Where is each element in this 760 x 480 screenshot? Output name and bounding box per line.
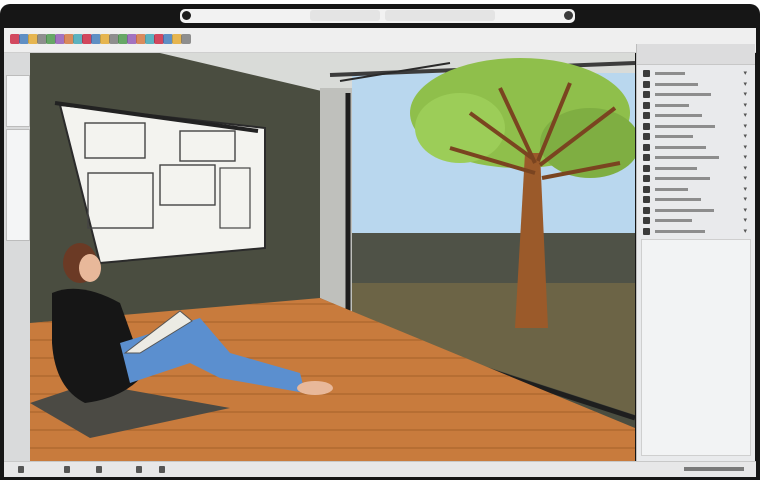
tray-item-icon: [643, 154, 650, 161]
tray-list-item[interactable]: ▾: [643, 152, 747, 163]
tray-item-label: [655, 145, 706, 149]
tray-item-icon: [643, 164, 650, 172]
status-bar: [4, 461, 756, 477]
tray-item-icon: [643, 101, 650, 109]
entity-info-panel: [641, 239, 751, 456]
chevron-down-icon[interactable]: ▾: [743, 143, 747, 152]
chevron-down-icon[interactable]: ▾: [743, 69, 747, 78]
tray-item-icon: [643, 227, 650, 235]
tray-item-label: [655, 156, 719, 159]
credits-icon[interactable]: [64, 466, 70, 473]
window-menu-icon[interactable]: [182, 11, 191, 20]
info-icon[interactable]: [159, 466, 165, 473]
tray-item-label: [655, 187, 688, 191]
tray-item-icon: [643, 217, 650, 224]
tray-item-label: [655, 124, 715, 128]
tray-list-item[interactable]: ▾: [643, 194, 747, 205]
tray-header[interactable]: [637, 44, 755, 65]
help-icon[interactable]: [136, 466, 142, 473]
modeling-viewport[interactable]: [30, 53, 635, 461]
tray-item-label: [655, 135, 693, 138]
chevron-down-icon[interactable]: ▾: [743, 174, 747, 183]
tray-item-label: [655, 208, 714, 212]
tray-item-icon: [643, 196, 650, 203]
tray-item-icon: [643, 91, 650, 98]
tray-list-item[interactable]: ▾: [643, 205, 747, 216]
chevron-down-icon[interactable]: ▾: [743, 206, 747, 215]
tray-item-label: [655, 72, 685, 75]
geo-location-icon[interactable]: [18, 466, 24, 473]
tray-list-item[interactable]: ▾: [643, 100, 747, 111]
tray-list-item[interactable]: ▾: [643, 173, 747, 184]
tray-list-item[interactable]: ▾: [643, 79, 747, 90]
window-control-icon[interactable]: [564, 11, 573, 20]
tray-item-label: [655, 229, 705, 233]
chevron-down-icon[interactable]: ▾: [743, 132, 747, 141]
tray-item-icon: [643, 185, 650, 193]
tray-item-label: [655, 177, 710, 180]
tray-item-icon: [643, 112, 650, 119]
chevron-down-icon[interactable]: ▾: [743, 111, 747, 120]
tray-item-icon: [643, 206, 650, 214]
hedge: [352, 233, 635, 288]
chevron-down-icon[interactable]: ▾: [743, 164, 747, 173]
tray-list-item[interactable]: ▾: [643, 89, 747, 100]
layers-tray[interactable]: [6, 75, 30, 127]
tray-item-label: [655, 114, 702, 117]
chevron-down-icon[interactable]: ▾: [743, 101, 747, 110]
chevron-down-icon[interactable]: ▾: [743, 227, 747, 236]
tray-item-label: [655, 103, 689, 107]
tray-item-label: [655, 82, 698, 86]
tab-scene[interactable]: [310, 10, 380, 21]
tray-item-icon: [643, 175, 650, 182]
zoom-extents-icon[interactable]: [181, 34, 191, 44]
tray-item-label: [655, 93, 711, 96]
tray-list-item[interactable]: ▾: [643, 184, 747, 195]
tray-list-item[interactable]: ▾: [643, 110, 747, 121]
chevron-down-icon[interactable]: ▾: [743, 90, 747, 99]
tray-list-item[interactable]: ▾: [643, 121, 747, 132]
tray-list-item[interactable]: ▾: [643, 131, 747, 142]
tab-document[interactable]: [385, 10, 495, 21]
chevron-down-icon[interactable]: ▾: [743, 80, 747, 89]
tray-item-icon: [643, 122, 650, 130]
components-tray[interactable]: [6, 129, 30, 241]
tray-item-icon: [643, 70, 650, 77]
chevron-down-icon[interactable]: ▾: [743, 195, 747, 204]
chevron-down-icon[interactable]: ▾: [743, 185, 747, 194]
measurements-box[interactable]: [684, 467, 744, 471]
tray-item-label: [655, 219, 692, 222]
tray-list-item[interactable]: ▾: [643, 215, 747, 226]
tray-item-icon: [643, 133, 650, 140]
tray-item-label: [655, 198, 701, 201]
tray-list-item[interactable]: ▾: [643, 226, 747, 237]
user-icon[interactable]: [96, 466, 102, 473]
scene-drawing: [30, 53, 635, 461]
default-tray-panel: ▾ ▾ ▾ ▾ ▾ ▾ ▾ ▾ ▾ ▾ ▾ ▾ ▾ ▾ ▾ ▾: [636, 44, 755, 462]
chevron-down-icon[interactable]: ▾: [743, 216, 747, 225]
tray-list-item[interactable]: ▾: [643, 163, 747, 174]
tray-list-item[interactable]: ▾: [643, 68, 747, 79]
chevron-down-icon[interactable]: ▾: [743, 122, 747, 131]
tray-item-icon: [643, 143, 650, 151]
left-panel: [4, 53, 30, 463]
tray-item-icon: [643, 80, 650, 88]
tray-item-label: [655, 166, 697, 170]
chevron-down-icon[interactable]: ▾: [743, 153, 747, 162]
title-bar[interactable]: [180, 9, 575, 23]
tray-list-item[interactable]: ▾: [643, 142, 747, 153]
